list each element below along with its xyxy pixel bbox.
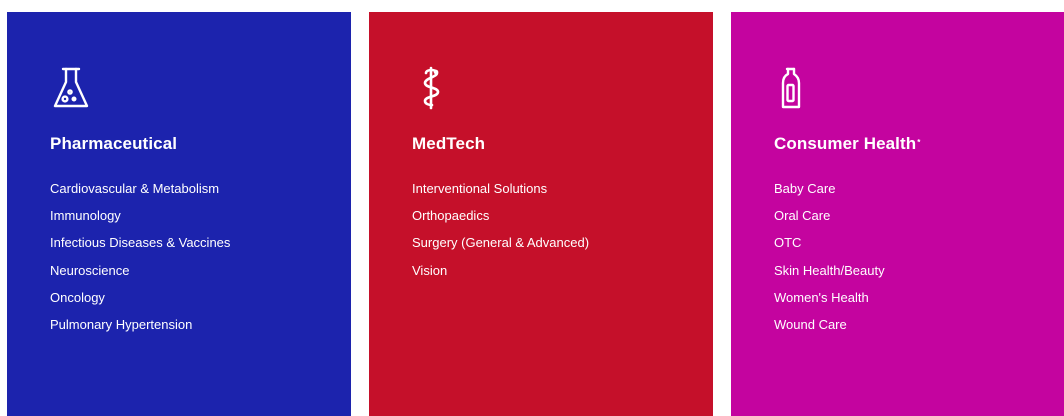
panel-consumer-health: Consumer Health* Baby Care Oral Care OTC… [731,12,1064,416]
list-item: Wound Care [774,317,847,333]
list-item: Orthopaedics [412,208,490,224]
list-item: Cardiovascular & Metabolism [50,181,220,196]
list-item: Women's Health [774,289,869,305]
panel-title: Consumer Health* [774,134,920,154]
list-item: Immunology [50,208,121,224]
segment-list: Interventional Solutions Orthopaedics Su… [412,175,589,284]
list-item: Oncology [50,289,105,305]
panel-title: Pharmaceutical [50,134,177,154]
footnote-mark: * [917,138,921,147]
panel-medtech: MedTech Interventional Solutions Orthopa… [369,12,713,416]
list-item: OTC [774,235,802,251]
panel-pharmaceutical: Pharmaceutical Cardiovascular & Metaboli… [7,12,351,416]
list-item: Skin Health/Beauty [774,262,885,278]
list-item: Vision [412,262,448,278]
caduceus-icon [413,66,453,110]
flask-icon [51,66,91,110]
panel-title-text: Consumer Health [774,134,917,153]
list-item: Baby Care [774,181,836,196]
segment-list: Cardiovascular & Metabolism Immunology I… [50,175,230,338]
business-segments: Pharmaceutical Cardiovascular & Metaboli… [0,0,1064,416]
list-item: Pulmonary Hypertension [50,317,193,333]
list-item: Interventional Solutions [412,181,548,196]
list-item: Surgery (General & Advanced) [412,235,590,251]
panel-title: MedTech [412,134,485,154]
list-item: Oral Care [774,208,831,224]
list-item: Neuroscience [50,262,130,278]
panel-title-text: MedTech [412,134,486,153]
segment-list: Baby Care Oral Care OTC Skin Health/Beau… [774,175,885,338]
panel-title-text: Pharmaceutical [50,134,178,153]
list-item: Infectious Diseases & Vaccines [50,235,231,251]
bottle-icon [775,66,815,110]
